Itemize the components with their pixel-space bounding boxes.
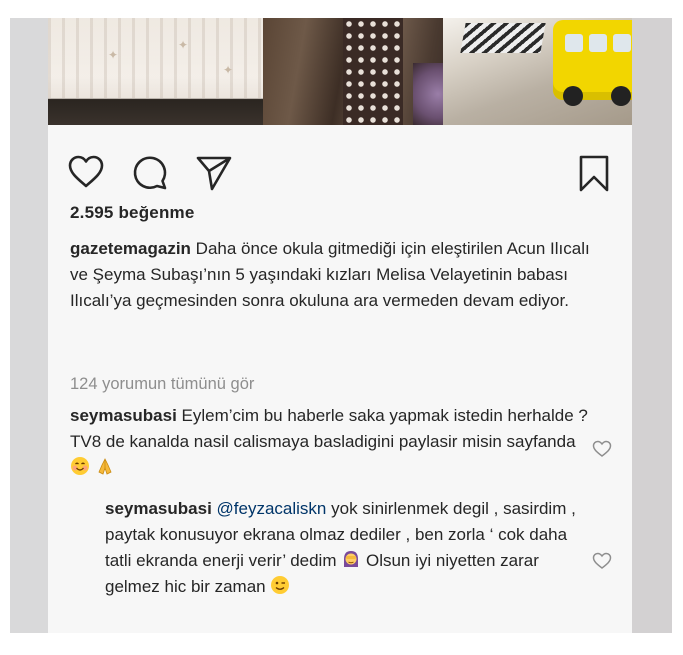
post-caption: gazetemagazin Daha önce okula gitmediği … <box>70 236 610 314</box>
woman-facepalming-emoji <box>341 551 366 570</box>
caption-username[interactable]: gazetemagazin <box>70 239 191 258</box>
comment: seymasubasi Eylem’cim bu haberle saka ya… <box>70 403 590 481</box>
bookmark-icon[interactable] <box>578 155 610 198</box>
view-all-comments-link[interactable]: 124 yorumun tümünü gör <box>70 375 254 394</box>
heart-icon[interactable] <box>68 155 104 194</box>
image-panel-dress: ✦ ✦ ✦ <box>48 18 263 125</box>
folded-hands-emoji <box>95 458 115 477</box>
reply-mention-link[interactable]: @feyzacaliskn <box>217 499 327 518</box>
comment-username[interactable]: seymasubasi <box>70 406 177 425</box>
paper-plane-icon[interactable] <box>196 155 232 196</box>
right-border <box>632 18 672 633</box>
likes-count[interactable]: 2.595 beğenme <box>70 203 195 223</box>
winking-face-emoji <box>270 576 290 596</box>
small-heart-icon[interactable] <box>592 552 612 575</box>
smiling-face-emoji <box>70 457 95 477</box>
reply-username[interactable]: seymasubasi <box>105 499 212 518</box>
post-actions <box>48 125 632 213</box>
image-panel-people <box>263 18 463 125</box>
screenshot-frame: ✦ ✦ ✦ 2.595 beğenme gazetemagazin Daha ö… <box>0 0 683 655</box>
reply-comment: seymasubasi @feyzacaliskn yok sinirlenme… <box>105 496 585 600</box>
left-border <box>10 18 48 633</box>
instagram-post: ✦ ✦ ✦ 2.595 beğenme gazetemagazin Daha ö… <box>48 18 632 633</box>
post-image[interactable]: ✦ ✦ ✦ <box>48 18 632 125</box>
image-panel-school-bus <box>443 18 632 125</box>
small-heart-icon[interactable] <box>592 440 612 463</box>
comment-bubble-icon[interactable] <box>132 155 168 196</box>
